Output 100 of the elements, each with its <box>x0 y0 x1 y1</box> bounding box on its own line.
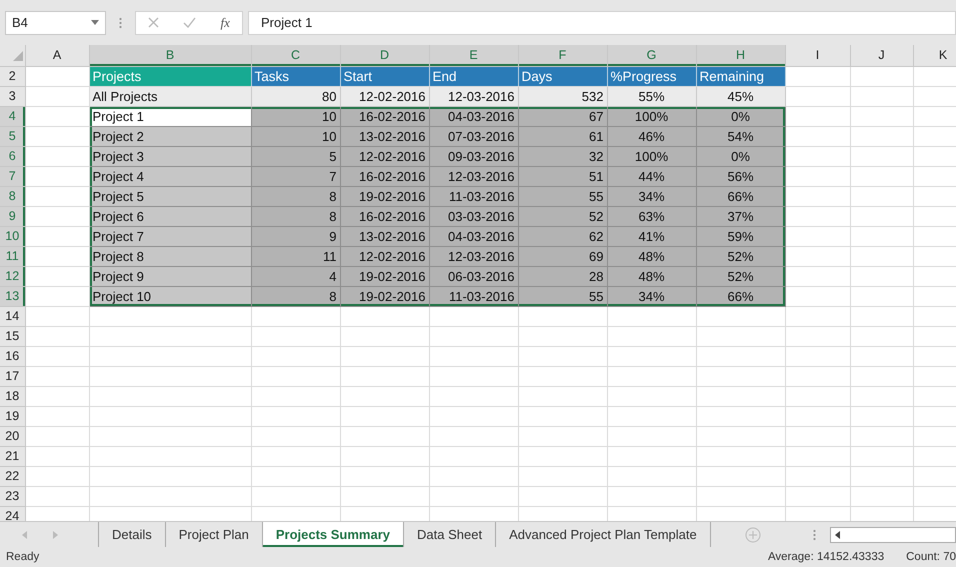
table-cell: 13-02-2016 <box>340 126 429 146</box>
column-header[interactable]: G <box>607 45 696 66</box>
table-cell: 52% <box>696 266 785 286</box>
previous-sheet-icon[interactable] <box>22 530 28 538</box>
sheet-tab[interactable]: Projects Summary <box>262 522 404 547</box>
row-header[interactable]: 4 <box>0 106 25 126</box>
horizontal-scrollbar[interactable] <box>830 526 956 542</box>
column-header[interactable]: H <box>696 45 785 66</box>
table-cell: Project 2 <box>89 126 251 146</box>
table-cell: All Projects <box>89 86 251 106</box>
row-header[interactable]: 14 <box>0 306 25 326</box>
column-header[interactable]: B <box>89 45 251 66</box>
row-header[interactable]: 22 <box>0 466 25 486</box>
table-cell: 12-03-2016 <box>429 86 518 106</box>
table-cell: Project 8 <box>89 246 251 266</box>
check-icon[interactable] <box>183 17 196 28</box>
table-cell: Project 9 <box>89 266 251 286</box>
table-cell: 48% <box>607 266 696 286</box>
column-header[interactable]: D <box>340 45 429 66</box>
table-cell: 63% <box>607 206 696 226</box>
table-cell: 37% <box>696 206 785 226</box>
row-header[interactable]: 9 <box>0 206 25 226</box>
table-cell: Project 4 <box>89 166 251 186</box>
row-header[interactable]: 5 <box>0 126 25 146</box>
insert-function-button[interactable]: fx <box>220 14 230 30</box>
row-header[interactable]: 7 <box>0 166 25 186</box>
drag-handle-icon[interactable] <box>119 16 122 28</box>
table-cell: 16-02-2016 <box>340 106 429 126</box>
table-header-cell: Remaining <box>696 66 785 86</box>
table-cell: 34% <box>607 186 696 206</box>
table-cell: 59% <box>696 226 785 246</box>
row-header[interactable]: 15 <box>0 326 25 346</box>
table-cell: Project 6 <box>89 206 251 226</box>
table-cell: 62 <box>518 226 607 246</box>
row-header[interactable]: 12 <box>0 266 25 286</box>
row-header[interactable]: 19 <box>0 406 25 426</box>
table-cell: 04-03-2016 <box>429 106 518 126</box>
table-cell: 67 <box>518 106 607 126</box>
table-cell: Project 7 <box>89 226 251 246</box>
table-cell: 55% <box>607 86 696 106</box>
column-header[interactable]: J <box>850 45 913 66</box>
add-sheet-icon[interactable] <box>744 526 761 542</box>
table-cell: 9 <box>251 226 340 246</box>
row-header[interactable]: 13 <box>0 286 25 306</box>
table-header-cell: Tasks <box>251 66 340 86</box>
column-header[interactable]: I <box>785 45 850 66</box>
row-header[interactable]: 2 <box>0 66 25 86</box>
status-text: Ready <box>6 551 40 563</box>
table-cell: 11-03-2016 <box>429 286 518 306</box>
row-header[interactable]: 16 <box>0 346 25 366</box>
table-cell: 55 <box>518 286 607 306</box>
table-cell: 4 <box>251 266 340 286</box>
column-header[interactable]: A <box>25 45 89 66</box>
column-header[interactable]: K <box>913 45 956 66</box>
table-cell: 13-02-2016 <box>340 226 429 246</box>
table-cell: 12-02-2016 <box>340 86 429 106</box>
column-header[interactable]: E <box>429 45 518 66</box>
cancel-icon[interactable] <box>148 17 160 28</box>
row-header[interactable]: 21 <box>0 446 25 466</box>
table-cell: 8 <box>251 206 340 226</box>
row-header[interactable]: 24 <box>0 506 25 521</box>
table-cell: 0% <box>696 146 785 166</box>
name-box[interactable]: B4 <box>5 10 106 34</box>
table-cell: 7 <box>251 166 340 186</box>
table-cell: 54% <box>696 126 785 146</box>
table-cell: 19-02-2016 <box>340 186 429 206</box>
table-cell: 16-02-2016 <box>340 206 429 226</box>
table-cell: 09-03-2016 <box>429 146 518 166</box>
scroll-left-icon[interactable] <box>834 530 840 538</box>
next-sheet-icon[interactable] <box>52 530 58 538</box>
row-header[interactable]: 18 <box>0 386 25 406</box>
column-header[interactable]: C <box>251 45 340 66</box>
table-cell: 44% <box>607 166 696 186</box>
formula-field[interactable]: Project 1 <box>248 10 956 34</box>
row-header[interactable]: 23 <box>0 486 25 506</box>
table-cell: 61 <box>518 126 607 146</box>
select-all-icon[interactable] <box>12 50 22 60</box>
row-header[interactable]: 20 <box>0 426 25 446</box>
table-cell: 11-03-2016 <box>429 186 518 206</box>
row-header[interactable]: 11 <box>0 246 25 266</box>
column-header[interactable]: F <box>518 45 607 66</box>
table-cell: 07-03-2016 <box>429 126 518 146</box>
table-header-cell: Start <box>340 66 429 86</box>
table-cell: 32 <box>518 146 607 166</box>
table-cell: 19-02-2016 <box>340 286 429 306</box>
table-cell: 16-02-2016 <box>340 166 429 186</box>
drag-handle-icon[interactable] <box>812 528 816 540</box>
table-cell: 34% <box>607 286 696 306</box>
table-cell: 45% <box>696 86 785 106</box>
table-cell: 28 <box>518 266 607 286</box>
row-header[interactable]: 3 <box>0 86 25 106</box>
table-cell: 12-02-2016 <box>340 246 429 266</box>
table-cell: 56% <box>696 166 785 186</box>
row-header[interactable]: 8 <box>0 186 25 206</box>
row-header[interactable]: 6 <box>0 146 25 166</box>
table-cell: Project 3 <box>89 146 251 166</box>
table-cell: 04-03-2016 <box>429 226 518 246</box>
row-header[interactable]: 10 <box>0 226 25 246</box>
average-text: Average: 14152.43333 <box>768 551 884 563</box>
row-header[interactable]: 17 <box>0 366 25 386</box>
